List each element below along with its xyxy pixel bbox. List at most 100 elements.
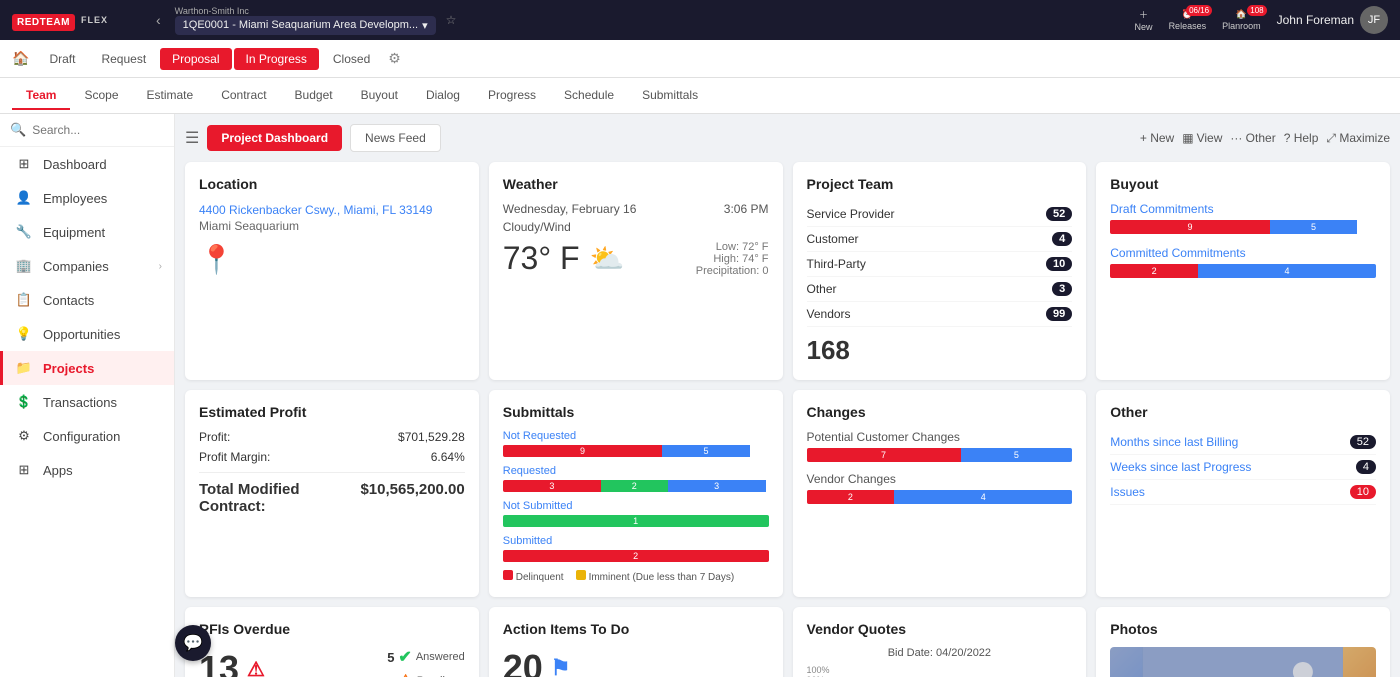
- billing-label[interactable]: Months since last Billing: [1110, 435, 1238, 449]
- check-icon: ✔: [398, 647, 411, 667]
- news-feed-button[interactable]: News Feed: [350, 124, 441, 152]
- settings-icon[interactable]: ⚙: [388, 50, 401, 67]
- requested-label[interactable]: Requested: [503, 465, 769, 477]
- new-button[interactable]: ＋ New: [1135, 8, 1153, 32]
- thirdparty-count: 10: [1046, 257, 1072, 271]
- not-requested-label[interactable]: Not Requested: [503, 430, 769, 442]
- rfis-title: RFIs Overdue: [199, 621, 465, 637]
- action-items-card: Action Items To Do 20 ⚑: [489, 607, 783, 677]
- location-address[interactable]: 4400 Rickenbacker Cswy., Miami, FL 33149: [199, 203, 432, 217]
- team-row-thirdparty: Third-Party 10: [807, 252, 1073, 277]
- new-action-button[interactable]: + New: [1140, 131, 1174, 145]
- tab-team[interactable]: Team: [12, 82, 70, 110]
- team-row-other: Other 3: [807, 277, 1073, 302]
- submitted-bar: 2: [503, 550, 769, 562]
- contract-label: Total Modified Contract:: [199, 481, 360, 515]
- tab-dialog[interactable]: Dialog: [412, 82, 474, 110]
- tab-draft[interactable]: Draft: [37, 48, 87, 70]
- progress-count: 4: [1356, 460, 1376, 474]
- weather-meta: Wednesday, February 16 3:06 PM: [503, 202, 769, 216]
- not-requested-bar: 9 5: [503, 445, 769, 457]
- user-area[interactable]: John Foreman JF: [1277, 6, 1388, 34]
- back-arrow[interactable]: ‹: [152, 10, 165, 30]
- contacts-icon: 📋: [15, 291, 33, 309]
- home-icon[interactable]: 🏠: [12, 50, 29, 67]
- sidebar-item-configuration[interactable]: ⚙ Configuration: [0, 419, 174, 453]
- weather-temp-row: 73° F ⛅ Low: 72° F High: 74° F Precipita…: [503, 240, 769, 277]
- project-select[interactable]: 1QE0001 - Miami Seaquarium Area Developm…: [175, 16, 436, 35]
- tab-request[interactable]: Request: [89, 48, 158, 70]
- search-input[interactable]: [32, 123, 164, 137]
- tab-submittals[interactable]: Submittals: [628, 82, 712, 110]
- req-green: 2: [601, 480, 667, 492]
- not-submitted-label[interactable]: Not Submitted: [503, 500, 769, 512]
- tab-proposal[interactable]: Proposal: [160, 48, 231, 70]
- logo-area: REDTEAM FLEX: [12, 13, 142, 28]
- billing-row: Months since last Billing 52: [1110, 430, 1376, 455]
- sidebar-item-contacts[interactable]: 📋 Contacts: [0, 283, 174, 317]
- chevron-right-icon: ›: [159, 261, 162, 272]
- weather-high: High: 74° F: [696, 253, 769, 265]
- submitted-label[interactable]: Submitted: [503, 535, 769, 547]
- chat-bubble[interactable]: 💬: [175, 625, 211, 661]
- thirdparty-label: Third-Party: [807, 257, 866, 271]
- location-title: Location: [199, 176, 465, 192]
- vendors-count: 99: [1046, 307, 1072, 321]
- photo-image: [1110, 647, 1376, 677]
- rfis-alert-icon: ⚠: [247, 657, 265, 677]
- estimated-profit-title: Estimated Profit: [199, 404, 465, 420]
- project-id: 1QE0001 - Miami Seaquarium Area Developm…: [183, 19, 418, 31]
- progress-label[interactable]: Weeks since last Progress: [1110, 460, 1251, 474]
- draft-red-bar: 9: [1110, 220, 1269, 234]
- action-items-count: 20 ⚑: [503, 647, 769, 677]
- tab-contract[interactable]: Contract: [207, 82, 280, 110]
- avatar: JF: [1360, 6, 1388, 34]
- tab-budget[interactable]: Budget: [281, 82, 347, 110]
- nav-tabs: Team Scope Estimate Contract Budget Buyo…: [0, 78, 1400, 114]
- margin-row: Profit Margin: 6.64%: [199, 450, 465, 464]
- favorite-star-icon[interactable]: ☆: [446, 13, 457, 27]
- team-row-vendors: Vendors 99: [807, 302, 1073, 327]
- other-button[interactable]: ··· Other: [1230, 131, 1275, 145]
- submittal-legend: Delinquent Imminent (Due less than 7 Day…: [503, 570, 769, 583]
- tab-schedule[interactable]: Schedule: [550, 82, 628, 110]
- pending-icon: ⚠: [398, 671, 412, 677]
- issues-count: 10: [1350, 485, 1376, 499]
- maximize-button[interactable]: ⤢ Maximize: [1326, 131, 1390, 146]
- profit-value: $701,529.28: [398, 430, 465, 444]
- tab-buyout[interactable]: Buyout: [347, 82, 412, 110]
- sidebar-item-employees[interactable]: 👤 Employees: [0, 181, 174, 215]
- sidebar-item-transactions[interactable]: 💲 Transactions: [0, 385, 174, 419]
- view-button[interactable]: ▦ View: [1182, 131, 1222, 145]
- configuration-icon: ⚙: [15, 427, 33, 445]
- project-team-title: Project Team: [807, 176, 1073, 192]
- vend-blue-bar: 4: [894, 490, 1072, 504]
- sidebar-item-apps[interactable]: ⊞ Apps: [0, 453, 174, 487]
- tab-scope[interactable]: Scope: [70, 82, 132, 110]
- tab-progress[interactable]: Progress: [474, 82, 550, 110]
- chart-wrapper: 100%90%80%70%60%50%40%30%20%10%0%: [807, 665, 1073, 677]
- issues-label[interactable]: Issues: [1110, 485, 1145, 499]
- hamburger-icon[interactable]: ☰: [185, 128, 199, 148]
- draft-commitments-label[interactable]: Draft Commitments: [1110, 202, 1376, 216]
- help-button[interactable]: ? Help: [1284, 131, 1319, 145]
- planroom-button[interactable]: 🏠 108 Planroom: [1222, 9, 1261, 31]
- tab-estimate[interactable]: Estimate: [133, 82, 208, 110]
- weather-cloud-icon: ⛅: [590, 242, 625, 275]
- tab-closed[interactable]: Closed: [321, 48, 382, 70]
- sidebar-item-companies[interactable]: 🏢 Companies ›: [0, 249, 174, 283]
- logo-box: REDTEAM: [12, 13, 75, 28]
- releases-button[interactable]: ⏰ 06/16 Releases: [1169, 9, 1207, 31]
- project-dashboard-button[interactable]: Project Dashboard: [207, 125, 342, 151]
- tab-in-progress[interactable]: In Progress: [234, 48, 319, 70]
- rfis-card: RFIs Overdue 13 ⚠ 5 ✔ Answered 2: [185, 607, 479, 677]
- sidebar-item-dashboard[interactable]: ⊞ Dashboard: [0, 147, 174, 181]
- weather-time: 3:06 PM: [724, 202, 769, 216]
- sidebar-item-opportunities[interactable]: 💡 Opportunities: [0, 317, 174, 351]
- sidebar-label-configuration: Configuration: [43, 429, 120, 444]
- apps-icon: ⊞: [15, 461, 33, 479]
- committed-commitments-label[interactable]: Committed Commitments: [1110, 246, 1376, 260]
- sidebar-item-projects[interactable]: 📁 Projects: [0, 351, 174, 385]
- rfis-right-stats: 5 ✔ Answered 2 ⚠ Pending: [387, 647, 465, 677]
- sidebar-item-equipment[interactable]: 🔧 Equipment: [0, 215, 174, 249]
